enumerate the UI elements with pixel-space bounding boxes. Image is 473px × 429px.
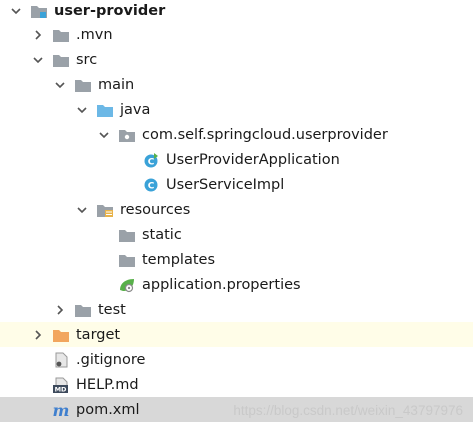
svg-text:C: C xyxy=(148,181,155,191)
spring-boot-class-icon: C xyxy=(142,152,160,168)
tree-node-label: application.properties xyxy=(142,276,301,293)
tree-node-userserviceimpl[interactable]: C UserServiceImpl xyxy=(0,172,473,197)
tree-node-application-properties[interactable]: application.properties xyxy=(0,272,473,297)
tree-node-templates[interactable]: templates xyxy=(0,247,473,272)
chevron-down-icon[interactable] xyxy=(76,103,88,117)
tree-node-label: user-provider xyxy=(54,2,166,19)
tree-node-label: .mvn xyxy=(76,26,113,43)
tree-node-label: test xyxy=(98,301,126,318)
folder-icon xyxy=(52,52,70,68)
chevron-down-icon[interactable] xyxy=(32,53,44,67)
tree-node-userproviderapplication[interactable]: C UserProviderApplication xyxy=(0,147,473,172)
tree-node-label: com.self.springcloud.userprovider xyxy=(142,126,388,143)
tree-node-static[interactable]: static xyxy=(0,222,473,247)
tree-node-resources[interactable]: resources xyxy=(0,197,473,222)
tree-node-label: src xyxy=(76,51,98,68)
chevron-right-icon[interactable] xyxy=(32,328,44,342)
tree-node-target[interactable]: target xyxy=(0,322,473,347)
tree-node-src[interactable]: src xyxy=(0,47,473,72)
tree-node-label: HELP.md xyxy=(76,376,139,393)
chevron-down-icon[interactable] xyxy=(98,128,110,142)
tree-node-label: java xyxy=(120,101,151,118)
package-icon xyxy=(118,127,136,143)
tree-node-label: .gitignore xyxy=(76,351,146,368)
tree-node-label: resources xyxy=(120,201,191,218)
svg-text:MD: MD xyxy=(55,385,67,392)
tree-node-label: target xyxy=(76,326,121,343)
tree-node-label: UserProviderApplication xyxy=(166,151,340,168)
chevron-right-icon[interactable] xyxy=(54,303,66,317)
folder-icon xyxy=(118,227,136,243)
folder-icon xyxy=(74,77,92,93)
tree-node-mvn[interactable]: .mvn xyxy=(0,22,473,47)
tree-node-label: static xyxy=(142,226,182,243)
folder-icon xyxy=(118,252,136,268)
tree-node-java[interactable]: java xyxy=(0,97,473,122)
tree-node-label: templates xyxy=(142,251,216,268)
chevron-down-icon[interactable] xyxy=(54,78,66,92)
resources-folder-icon xyxy=(96,202,114,218)
tree-node-test[interactable]: test xyxy=(0,297,473,322)
folder-icon xyxy=(52,27,70,43)
svg-text:C: C xyxy=(148,157,155,167)
module-folder-icon xyxy=(30,3,48,19)
tree-node-main[interactable]: main xyxy=(0,72,473,97)
spring-properties-icon xyxy=(118,277,136,293)
markdown-file-icon: MD xyxy=(52,377,70,393)
svg-text:m: m xyxy=(53,402,70,418)
tree-node-help-md[interactable]: MD HELP.md xyxy=(0,372,473,397)
tree-node-label: main xyxy=(98,76,135,93)
watermark: https://blog.csdn.net/weixin_43797976 xyxy=(233,403,463,418)
ignore-file-icon xyxy=(52,352,70,368)
tree-node-gitignore[interactable]: .gitignore xyxy=(0,347,473,372)
tree-node-label: UserServiceImpl xyxy=(166,176,285,193)
excluded-folder-icon xyxy=(52,327,70,343)
tree-node-label: pom.xml xyxy=(76,401,140,418)
class-icon: C xyxy=(142,177,160,193)
chevron-down-icon[interactable] xyxy=(76,203,88,217)
folder-icon xyxy=(74,302,92,318)
maven-icon: m xyxy=(52,402,70,418)
tree-node-user-provider[interactable]: user-provider xyxy=(0,0,473,23)
chevron-right-icon[interactable] xyxy=(32,28,44,42)
chevron-down-icon[interactable] xyxy=(10,4,22,18)
source-folder-icon xyxy=(96,102,114,118)
tree-node-package[interactable]: com.self.springcloud.userprovider xyxy=(0,122,473,147)
